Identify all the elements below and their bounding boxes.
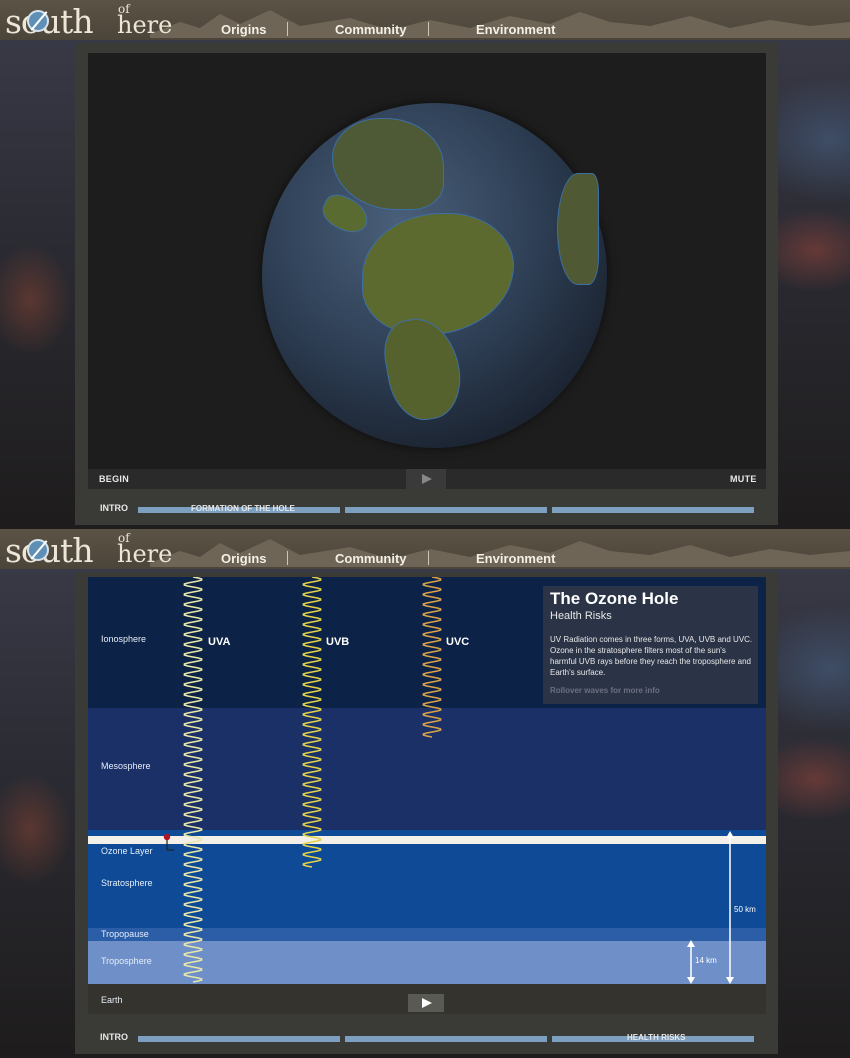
nav-community[interactable]: Community: [335, 551, 407, 566]
timeline-intro[interactable]: INTRO: [100, 503, 128, 513]
south-america-landmass: [362, 213, 514, 335]
nav-divider: [287, 551, 288, 565]
begin-button[interactable]: BEGIN: [99, 474, 129, 484]
logo-text-here: here: [117, 540, 173, 568]
chapter-timeline: INTRO FORMATION OF THE HOLE: [88, 497, 766, 519]
label-50km: 50 km: [734, 905, 756, 914]
play-button[interactable]: [406, 469, 446, 489]
panel-intro: south of here Origins Community Environm…: [0, 0, 850, 529]
nav-origins[interactable]: Origins: [221, 22, 267, 37]
info-subtitle: Health Risks: [550, 610, 612, 622]
info-panel: The Ozone Hole Health Risks UV Radiation…: [543, 586, 758, 704]
timeline-segment-2[interactable]: [345, 507, 547, 513]
timeline-segment-3[interactable]: [552, 507, 754, 513]
timeline-segment-1[interactable]: [138, 1036, 340, 1042]
mute-button[interactable]: MUTE: [730, 474, 757, 484]
info-title: The Ozone Hole: [550, 589, 679, 608]
compass-icon: [27, 10, 49, 32]
play-button[interactable]: [408, 994, 444, 1012]
earth-globe: [262, 103, 607, 448]
nav-divider: [428, 551, 429, 565]
timeline-intro[interactable]: INTRO: [100, 1032, 128, 1042]
compass-icon: [27, 539, 49, 561]
panel-health-risks: south of here Origins Community Environm…: [0, 529, 850, 1058]
header-bar: south of here Origins Community Environm…: [0, 529, 850, 570]
timeline-segment-2[interactable]: [345, 1036, 547, 1042]
label-14km: 14 km: [695, 956, 717, 965]
chapter-timeline: INTRO HEALTH RISKS: [88, 1026, 766, 1048]
nav-environment[interactable]: Environment: [476, 22, 555, 37]
site-logo[interactable]: south of here: [5, 529, 172, 570]
africa-landmass: [557, 173, 599, 285]
nav-divider: [287, 22, 288, 36]
info-hint: Rollover waves for more info: [550, 686, 660, 695]
north-america-landmass: [332, 118, 444, 210]
logo-text-here: here: [117, 11, 173, 39]
nav-origins[interactable]: Origins: [221, 551, 267, 566]
player-controls: BEGIN MUTE: [88, 469, 766, 489]
site-logo[interactable]: south of here: [5, 0, 172, 41]
nav-community[interactable]: Community: [335, 22, 407, 37]
timeline-segment-3[interactable]: HEALTH RISKS: [552, 1033, 754, 1042]
header-bar: south of here Origins Community Environm…: [0, 0, 850, 41]
atmosphere-diagram: Ionosphere Mesosphere Ozone Layer Strato…: [88, 577, 766, 1014]
nav-divider: [428, 22, 429, 36]
timeline-segment-label: HEALTH RISKS: [627, 1033, 686, 1042]
play-icon: [422, 998, 432, 1008]
info-body: UV Radiation comes in three forms, UVA, …: [550, 635, 753, 677]
timeline-segment-1[interactable]: FORMATION OF THE HOLE: [138, 504, 340, 513]
video-screen: [88, 53, 766, 489]
timeline-segment-label: FORMATION OF THE HOLE: [191, 504, 295, 513]
nav-environment[interactable]: Environment: [476, 551, 555, 566]
